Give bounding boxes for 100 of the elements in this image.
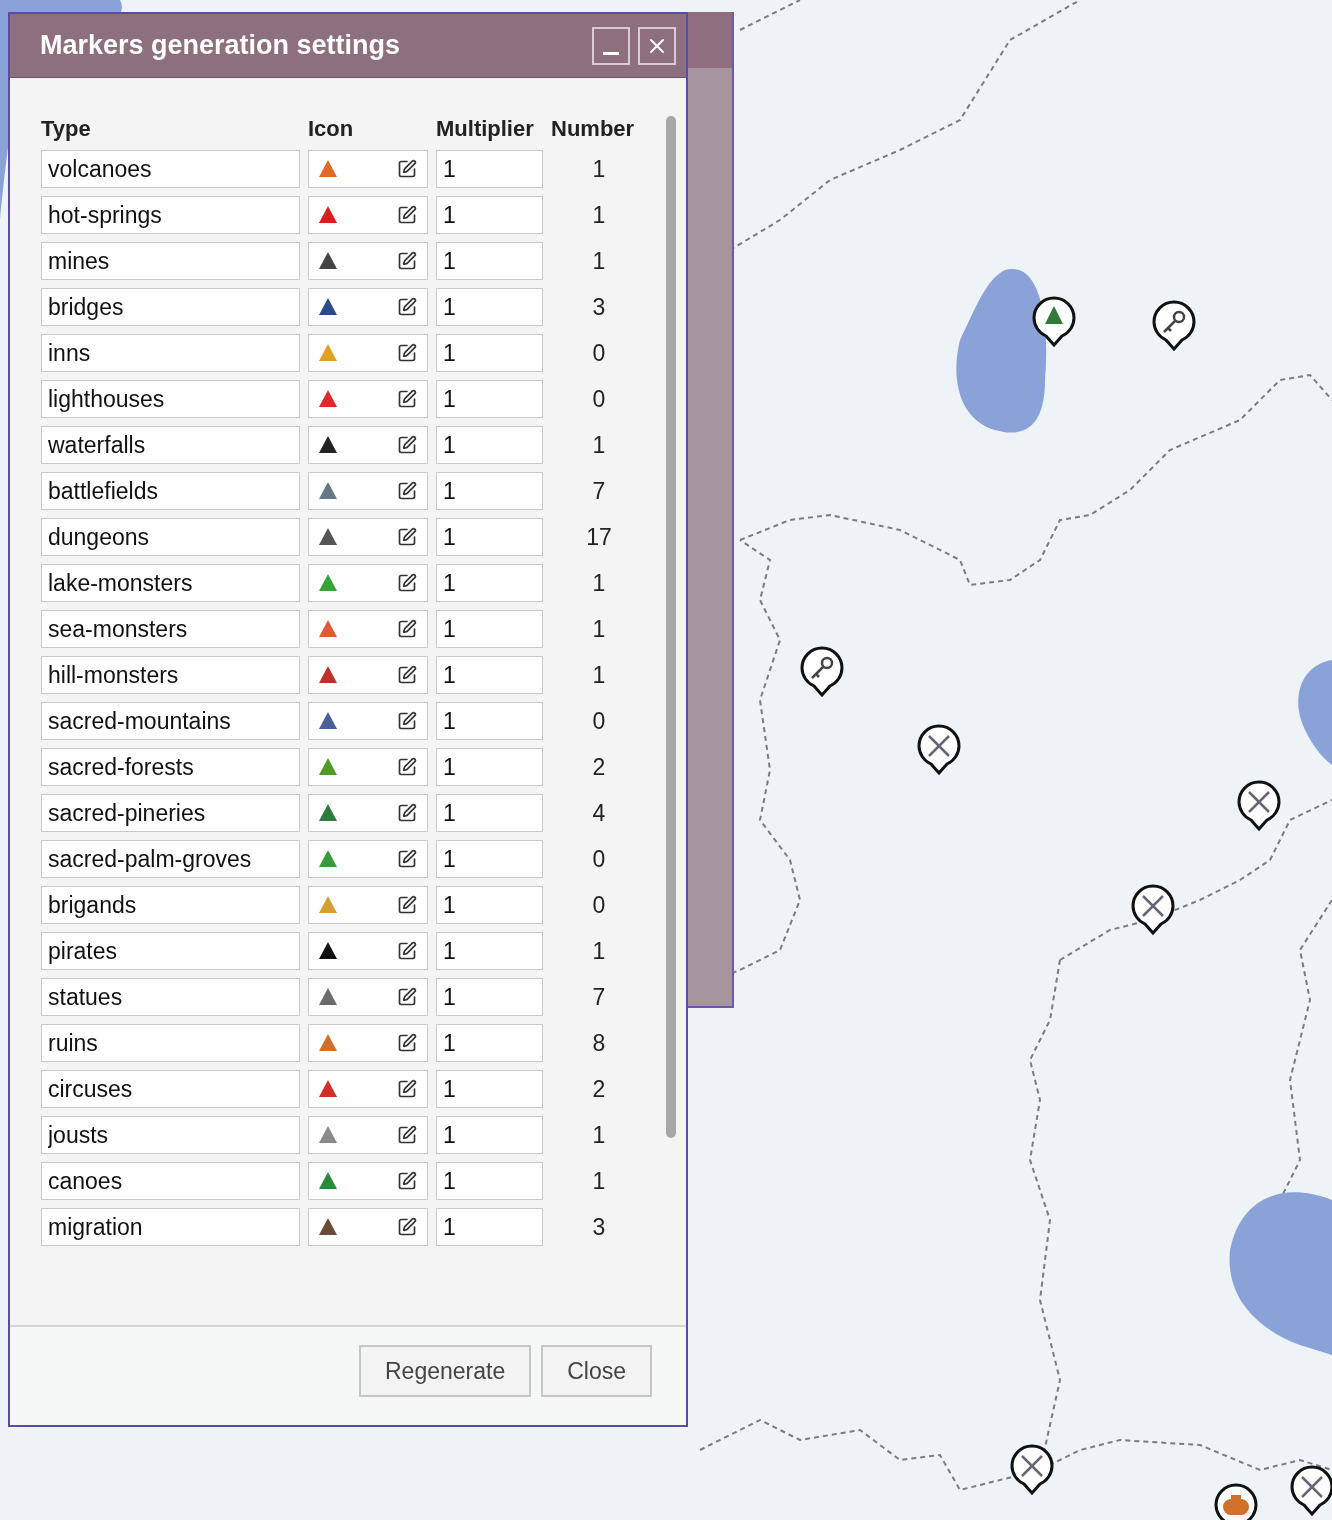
edit-icon[interactable] (397, 1033, 417, 1053)
marker-count: 1 (592, 201, 606, 229)
edit-icon[interactable] (397, 803, 417, 823)
multiplier-field[interactable]: 1 (436, 196, 543, 234)
multiplier-field[interactable]: 1 (436, 564, 543, 602)
multiplier-field[interactable]: 1 (436, 150, 543, 188)
multiplier-field[interactable]: 1 (436, 1162, 543, 1200)
edit-icon[interactable] (397, 1125, 417, 1145)
edit-icon[interactable] (397, 343, 417, 363)
multiplier-field[interactable]: 1 (436, 1070, 543, 1108)
type-field[interactable]: dungeons (41, 518, 300, 556)
edit-icon[interactable] (397, 435, 417, 455)
multiplier-field[interactable]: 1 (436, 380, 543, 418)
multiplier-field[interactable]: 1 (436, 978, 543, 1016)
edit-icon[interactable] (397, 895, 417, 915)
multiplier-field[interactable]: 1 (436, 656, 543, 694)
close-button[interactable] (638, 26, 676, 65)
multiplier-field[interactable]: 1 (436, 518, 543, 556)
edit-icon[interactable] (397, 251, 417, 271)
marker-count: 0 (592, 891, 606, 919)
multiplier-field[interactable]: 1 (436, 288, 543, 326)
marker-count: 0 (592, 845, 606, 873)
edit-icon[interactable] (397, 1217, 417, 1237)
type-field[interactable]: ruins (41, 1024, 300, 1062)
map-pin-icon[interactable] (1131, 884, 1175, 935)
edit-icon[interactable] (397, 1171, 417, 1191)
edit-icon[interactable] (397, 665, 417, 685)
type-field[interactable]: battlefields (41, 472, 300, 510)
marker-count: 1 (592, 615, 606, 643)
marker-count: 4 (592, 799, 606, 827)
type-field[interactable]: hot-springs (41, 196, 300, 234)
multiplier-field[interactable]: 1 (436, 1024, 543, 1062)
regenerate-button[interactable]: Regenerate (359, 1345, 532, 1397)
marker-count: 1 (592, 155, 606, 183)
edit-icon[interactable] (397, 849, 417, 869)
edit-icon[interactable] (397, 205, 417, 225)
marker-count: 1 (592, 1121, 606, 1149)
edit-icon[interactable] (397, 619, 417, 639)
type-field[interactable]: bridges (41, 288, 300, 326)
marker-count: 7 (592, 477, 606, 505)
multiplier-field[interactable]: 1 (436, 472, 543, 510)
map-pin-icon[interactable] (1290, 1465, 1332, 1516)
multiplier-field[interactable]: 1 (436, 886, 543, 924)
marker-count: 2 (592, 1075, 606, 1103)
type-field[interactable]: waterfalls (41, 426, 300, 464)
map-pin-icon[interactable] (1010, 1444, 1054, 1495)
marker-count: 1 (592, 247, 606, 275)
type-field[interactable]: canoes (41, 1162, 300, 1200)
type-field[interactable]: circuses (41, 1070, 300, 1108)
minimize-button[interactable] (592, 26, 630, 65)
type-field[interactable]: volcanoes (41, 150, 300, 188)
edit-icon[interactable] (397, 941, 417, 961)
edit-icon[interactable] (397, 389, 417, 409)
type-field[interactable]: mines (41, 242, 300, 280)
type-field[interactable]: sea-monsters (41, 610, 300, 648)
marker-count: 0 (592, 707, 606, 735)
type-field[interactable]: pirates (41, 932, 300, 970)
map-pin-icon[interactable] (800, 646, 844, 697)
edit-icon[interactable] (397, 1079, 417, 1099)
multiplier-field[interactable]: 1 (436, 242, 543, 280)
multiplier-field[interactable]: 1 (436, 610, 543, 648)
map-pin-icon[interactable] (1032, 296, 1076, 347)
marker-count: 1 (592, 937, 606, 965)
map-pin-icon[interactable] (1214, 1483, 1258, 1520)
multiplier-field[interactable]: 1 (436, 702, 543, 740)
type-field[interactable]: sacred-palm-groves (41, 840, 300, 878)
edit-icon[interactable] (397, 711, 417, 731)
multiplier-field[interactable]: 1 (436, 932, 543, 970)
type-field[interactable]: inns (41, 334, 300, 372)
edit-icon[interactable] (397, 159, 417, 179)
type-field[interactable]: sacred-forests (41, 748, 300, 786)
type-field[interactable]: sacred-mountains (41, 702, 300, 740)
edit-icon[interactable] (397, 297, 417, 317)
type-field[interactable]: hill-monsters (41, 656, 300, 694)
type-field[interactable]: sacred-pineries (41, 794, 300, 832)
multiplier-field[interactable]: 1 (436, 840, 543, 878)
multiplier-field[interactable]: 1 (436, 1116, 543, 1154)
minimize-icon (603, 52, 619, 55)
map-pin-icon[interactable] (1237, 780, 1281, 831)
close-button[interactable]: Close (541, 1345, 652, 1397)
type-field[interactable]: lighthouses (41, 380, 300, 418)
column-header: Type (41, 116, 92, 142)
edit-icon[interactable] (397, 481, 417, 501)
type-field[interactable]: jousts (41, 1116, 300, 1154)
edit-icon[interactable] (397, 573, 417, 593)
multiplier-field[interactable]: 1 (436, 1208, 543, 1246)
type-field[interactable]: brigands (41, 886, 300, 924)
map-pin-icon[interactable] (917, 724, 961, 775)
map-pin-icon[interactable] (1152, 300, 1196, 351)
edit-icon[interactable] (397, 987, 417, 1007)
type-field[interactable]: lake-monsters (41, 564, 300, 602)
multiplier-field[interactable]: 1 (436, 748, 543, 786)
multiplier-field[interactable]: 1 (436, 794, 543, 832)
type-field[interactable]: migration (41, 1208, 300, 1246)
edit-icon[interactable] (397, 527, 417, 547)
edit-icon[interactable] (397, 757, 417, 777)
multiplier-field[interactable]: 1 (436, 426, 543, 464)
type-field[interactable]: statues (41, 978, 300, 1016)
multiplier-field[interactable]: 1 (436, 334, 543, 372)
scrollbar-thumb[interactable] (666, 116, 676, 1138)
